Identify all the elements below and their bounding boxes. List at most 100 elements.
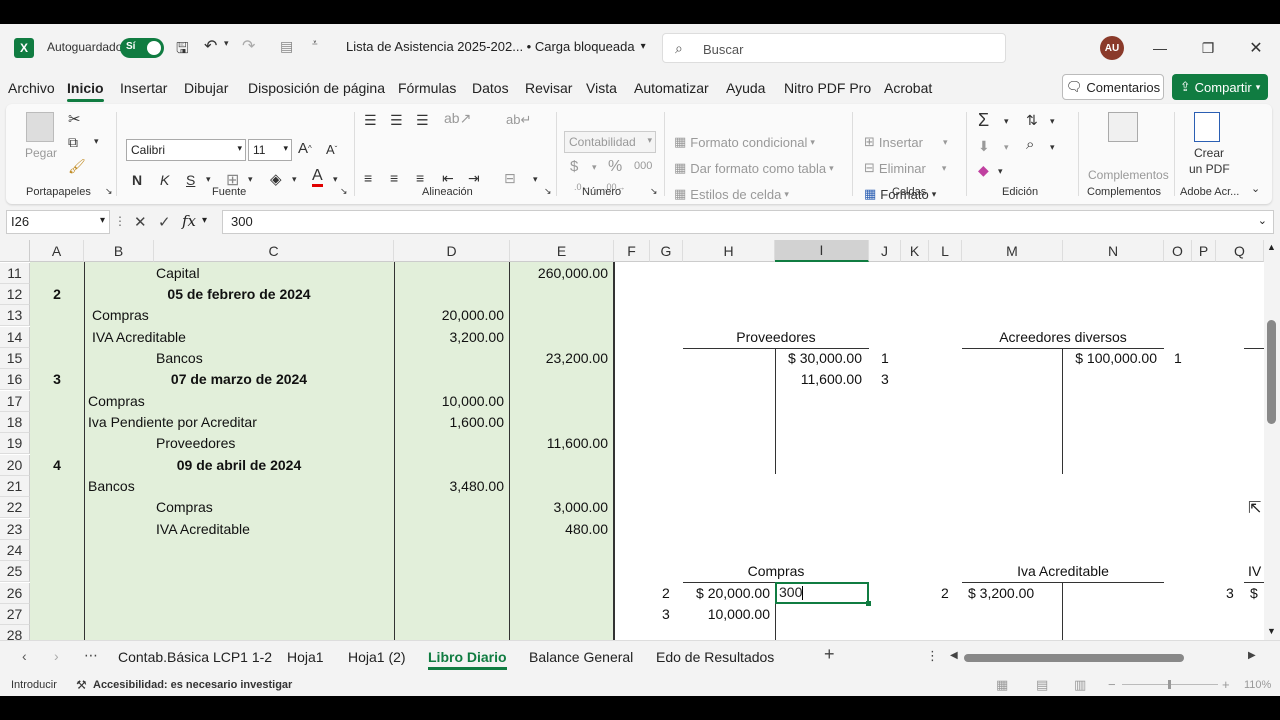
t-account-ref[interactable]: 3 [881,369,889,390]
cancel-entry-icon[interactable]: ✕ [134,213,147,231]
cell-styles-button[interactable]: ▦ Estilos de celda ▾ [674,186,789,202]
autosum-icon[interactable]: Σ [978,110,989,131]
tab-acrobat[interactable]: Acrobat [884,80,932,96]
find-icon[interactable]: ⌕ [1026,136,1034,153]
dialog-launcher-icon[interactable]: ↘ [340,186,348,197]
align-bottom-icon[interactable]: ☰ [416,112,429,129]
journal-debit[interactable]: 3,200.00 [396,327,505,348]
t-account-ref[interactable]: 2 [662,583,670,604]
col-header-q[interactable]: Q [1216,240,1264,262]
form-icon[interactable]: ▤ [280,38,293,55]
sheet-tab[interactable]: Edo de Resultados [656,649,774,665]
wrap-text-icon[interactable]: ab↵ [506,112,531,128]
t-account-title[interactable]: Compras [683,561,869,582]
scroll-up-icon[interactable]: ▲ [1267,242,1276,252]
customize-toolbar-icon[interactable]: ⩡ [312,38,318,49]
merge-center-icon[interactable]: ⊟ [504,170,516,187]
t-account-title[interactable]: Acreedores diversos [962,327,1164,348]
dialog-launcher-icon[interactable]: ↘ [650,186,658,197]
journal-debit[interactable]: 3,480.00 [396,476,505,497]
t-account-ref[interactable]: 3 [1226,583,1234,604]
chevron-down-icon[interactable]: ▾ [1004,142,1009,153]
tab-automatizar[interactable]: Automatizar [634,80,709,96]
addins-button[interactable]: Complementos [1088,168,1169,182]
dialog-launcher-icon[interactable]: ↘ [105,186,113,197]
prev-sheet-icon[interactable]: ‹ [22,648,27,664]
grow-font-icon[interactable]: A ^ [298,140,312,157]
fill-icon[interactable]: ⬇ [978,138,990,155]
journal-debit[interactable]: 20,000.00 [396,305,504,326]
active-cell-i26[interactable]: 300 [775,582,869,604]
number-format-select[interactable]: Contabilidad ▾ [564,131,656,153]
t-account-amount[interactable]: 11,600.00 [776,369,862,390]
undo-dropdown-icon[interactable]: ▾ [224,38,229,49]
tab-inicio[interactable]: Inicio [67,80,104,102]
zoom-in-icon[interactable]: + [1222,677,1230,692]
paste-icon[interactable] [26,112,54,142]
journal-credit[interactable]: 480.00 [510,519,608,540]
journal-account[interactable]: IVA Acreditable [92,327,186,348]
avatar[interactable]: AU [1100,36,1124,60]
chevron-down-icon[interactable]: ▾ [592,162,597,173]
chevron-down-icon[interactable]: ▾ [533,174,538,185]
col-header-m[interactable]: M [962,240,1063,262]
journal-account[interactable]: Capital [156,263,200,284]
font-color-icon[interactable]: A [312,168,323,187]
more-sheets-icon[interactable]: ⋯ [84,647,98,664]
chevron-down-icon[interactable]: ▾ [333,174,338,185]
decrease-indent-icon[interactable]: ⇤ [442,170,454,187]
journal-account[interactable]: Bancos [156,348,203,369]
row-header[interactable]: 11 [0,263,30,284]
t-account-ref[interactable]: 2 [941,583,949,604]
align-middle-icon[interactable]: ☰ [390,112,403,129]
align-center-icon[interactable]: ≡ [390,170,398,186]
t-account-amount[interactable]: $ 3,200.00 [968,583,1058,604]
increase-indent-icon[interactable]: ⇥ [468,170,480,187]
create-pdf-label-2[interactable]: un PDF [1189,162,1230,176]
col-header-c[interactable]: C [154,240,394,262]
percent-button[interactable]: % [608,158,622,176]
confirm-entry-icon[interactable]: ✓ [158,213,171,231]
journal-account[interactable]: IVA Acreditable [156,519,250,540]
clear-icon[interactable]: ◆ [978,162,989,179]
row-header[interactable]: 14 [0,327,30,348]
row-header[interactable]: 19 [0,433,30,454]
journal-credit[interactable]: 3,000.00 [510,497,609,518]
journal-account[interactable]: Proveedores [156,433,235,454]
chevron-down-icon[interactable]: ▾ [998,166,1003,177]
col-header-o[interactable]: O [1164,240,1192,262]
align-left-icon[interactable]: ≡ [364,170,372,186]
normal-view-icon[interactable]: ▦ [996,677,1008,693]
align-top-icon[interactable]: ☰ [364,112,377,129]
tab-archivo[interactable]: Archivo [8,80,55,96]
paste-button[interactable]: Pegar [25,146,57,160]
col-header-a[interactable]: A [30,240,84,262]
zoom-out-icon[interactable]: − [1108,677,1116,692]
zoom-slider-handle[interactable] [1168,680,1171,689]
document-title[interactable]: Lista de Asistencia 2025-202... • Carga … [346,39,646,54]
name-box[interactable]: I26 ▾ [6,210,110,234]
page-layout-icon[interactable]: ▤ [1036,677,1048,693]
tab-vista[interactable]: Vista [586,80,617,96]
row-header[interactable]: 22 [0,497,30,518]
row-header[interactable]: 25 [0,561,30,582]
row-header[interactable]: 21 [0,476,30,497]
col-header-d[interactable]: D [394,240,510,262]
row-header[interactable]: 16 [0,369,30,390]
excel-icon[interactable]: X [14,38,34,58]
sheet-tab[interactable]: Contab.Básica LCP1 1-2 [118,649,272,665]
journal-account[interactable]: Compras [92,305,149,326]
row-header[interactable]: 17 [0,391,30,412]
tab-insertar[interactable]: Insertar [120,80,167,96]
horizontal-scroll-thumb[interactable] [964,654,1184,662]
chevron-down-icon[interactable]: ▾ [206,174,211,185]
journal-entry-number[interactable]: 4 [30,455,84,476]
tab-revisar[interactable]: Revisar [525,80,572,96]
scroll-down-icon[interactable]: ▼ [1267,626,1276,636]
sheet-tab[interactable]: Hoja1 (2) [348,649,406,665]
shrink-font-icon[interactable]: Aˇ [326,142,337,157]
format-painter-icon[interactable]: 🖌 [68,158,86,175]
journal-debit[interactable]: 10,000.00 [396,391,504,412]
t-account-ref[interactable]: 1 [1174,348,1182,369]
accessibility-icon[interactable]: ⚒ [76,678,87,692]
